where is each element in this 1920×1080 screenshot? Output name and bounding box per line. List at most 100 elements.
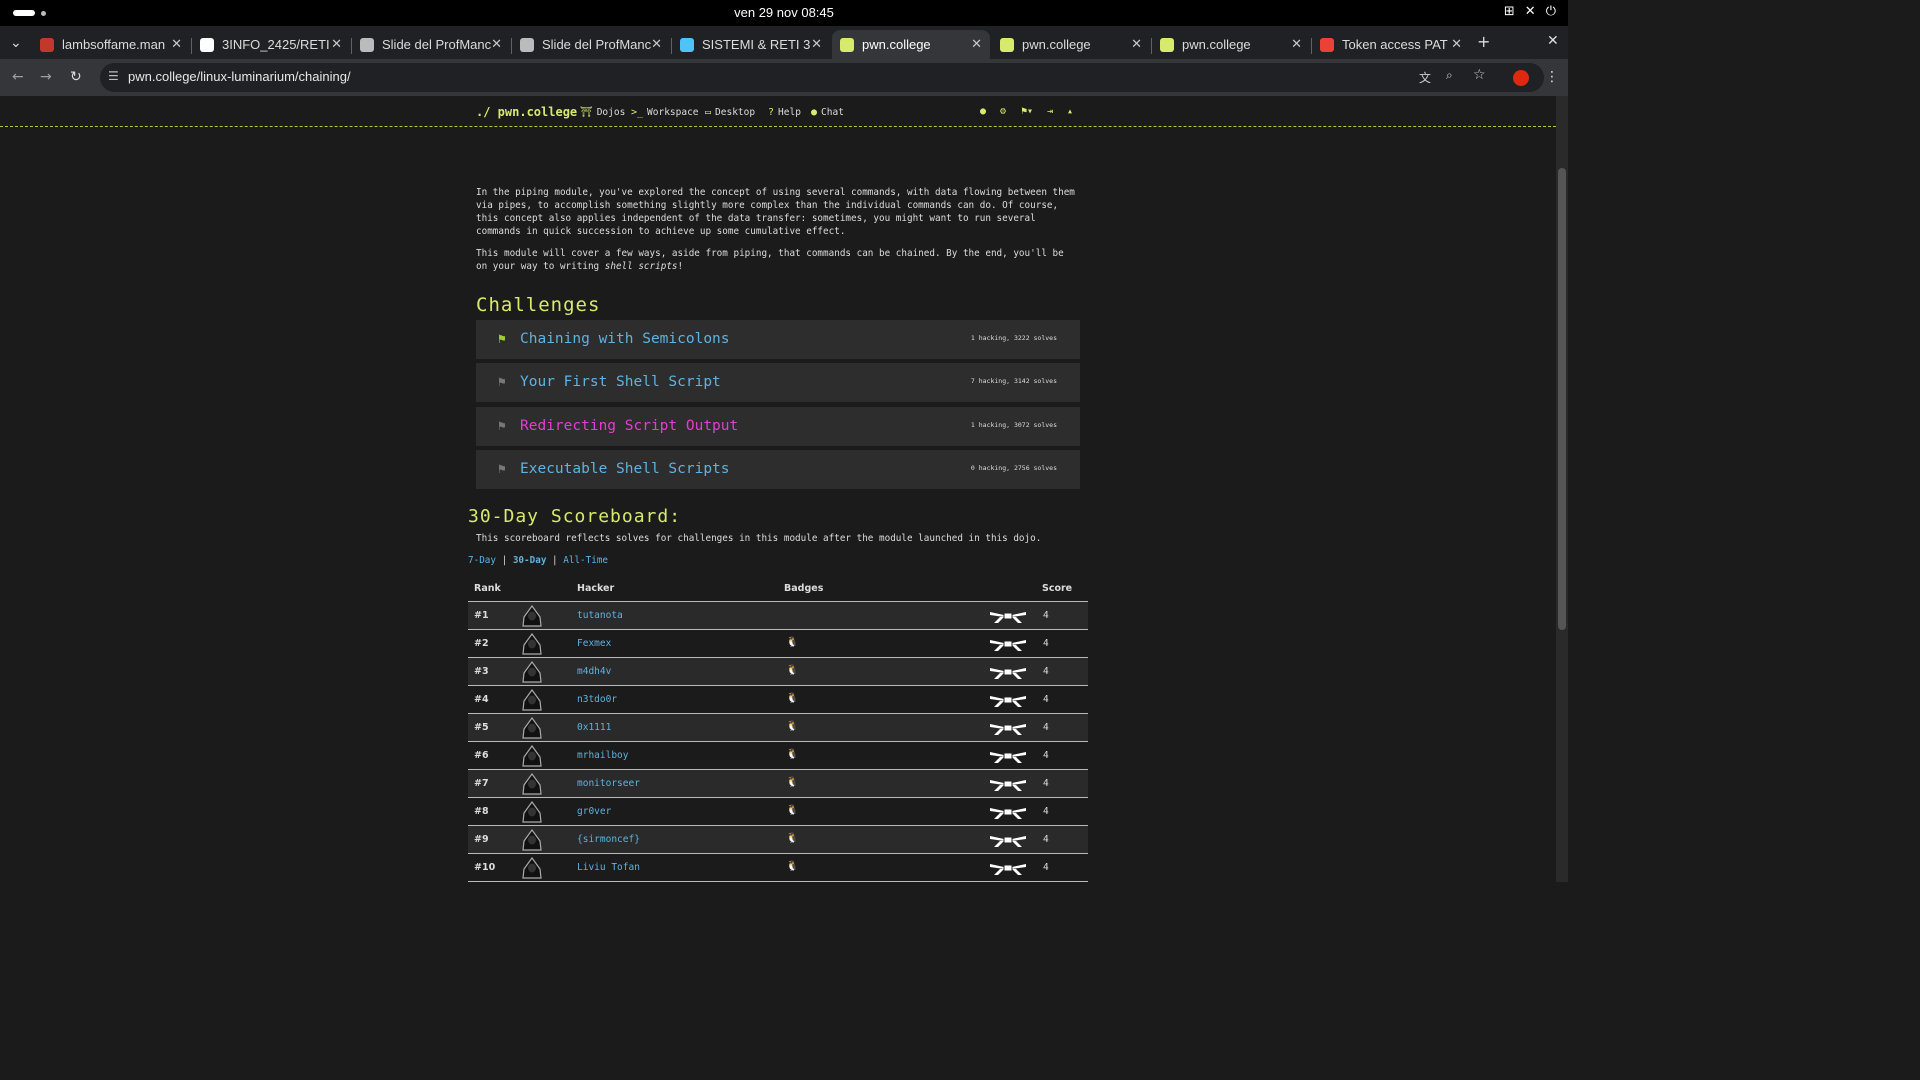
challenge-name[interactable]: Chaining with Semicolons xyxy=(520,331,730,347)
nav-help[interactable]: ? Help xyxy=(768,107,801,118)
zoom-icon[interactable]: ⌕ xyxy=(1446,68,1453,83)
tab-close-icon[interactable]: ✕ xyxy=(491,36,502,52)
avatar[interactable] xyxy=(520,800,544,823)
hacker-link[interactable]: mrhailboy xyxy=(577,750,628,761)
settings-icon[interactable]: ⚙ xyxy=(1000,106,1006,117)
hacker-link[interactable]: {sirmoncef} xyxy=(577,834,640,845)
hacker-link[interactable]: tutanota xyxy=(577,610,623,621)
browser-tab[interactable]: Token access PAT ✕ xyxy=(1312,30,1470,59)
tab-close-icon[interactable]: ✕ xyxy=(811,36,822,52)
extension-icon[interactable] xyxy=(1513,70,1529,86)
network-icon[interactable]: ⊞ xyxy=(1504,4,1515,19)
browser-tab[interactable]: 3INFO_2425/RETI ✕ xyxy=(192,30,350,59)
browser-tab[interactable]: Slide del ProfManc ✕ xyxy=(512,30,670,59)
system-tray[interactable]: ⊞ ✕ ⏻ xyxy=(1504,4,1556,19)
hacker-link[interactable]: 0x1111 xyxy=(577,722,611,733)
period-alltime-link[interactable]: All-Time xyxy=(563,555,608,566)
rank-cell: #2 xyxy=(474,638,489,649)
avatar[interactable] xyxy=(520,632,544,655)
hacker-link[interactable]: Fexmex xyxy=(577,638,611,649)
rank-cell: #9 xyxy=(474,834,489,845)
tab-title: pwn.college xyxy=(1022,37,1091,52)
tab-title: 3INFO_2425/RETI xyxy=(222,37,330,52)
challenge-item[interactable]: ⚑ Your First Shell Script 7 hacking, 3142 … xyxy=(476,363,1080,402)
belt-icon xyxy=(990,832,1026,848)
hacker-link[interactable]: Liviu Tofan xyxy=(577,862,640,873)
address-bar[interactable]: ☰ pwn.college/linux-luminarium/chaining/… xyxy=(100,63,1544,92)
browser-tab[interactable]: pwn.college ✕ xyxy=(1152,30,1310,59)
challenge-name[interactable]: Executable Shell Scripts xyxy=(520,461,730,477)
browser-tab[interactable]: pwn.college ✕ xyxy=(832,30,990,59)
site-brand[interactable]: ./ pwn.college xyxy=(476,105,577,119)
avatar[interactable] xyxy=(520,660,544,683)
period-30day-link[interactable]: 30-Day xyxy=(513,555,547,566)
header-score: Score xyxy=(1042,583,1073,594)
challenge-item[interactable]: ⚑ Executable Shell Scripts 0 hacking, 2756… xyxy=(476,450,1080,489)
nav-desktop[interactable]: ▭ Desktop xyxy=(705,107,755,118)
tab-close-icon[interactable]: ✕ xyxy=(651,36,662,52)
tab-close-icon[interactable]: ✕ xyxy=(1131,36,1142,52)
nav-dojos[interactable]: ⛩ Dojos xyxy=(580,107,625,118)
avatar[interactable] xyxy=(520,772,544,795)
challenge-item[interactable]: ⚑ Chaining with Semicolons 1 hacking, 3222… xyxy=(476,320,1080,359)
page-scrollbar[interactable] xyxy=(1556,96,1568,882)
tab-close-icon[interactable]: ✕ xyxy=(171,36,182,52)
translate-icon[interactable]: 文 xyxy=(1419,69,1431,86)
back-icon[interactable]: ← xyxy=(12,69,24,85)
user-icon[interactable]: ● xyxy=(980,106,986,117)
avatar[interactable] xyxy=(520,744,544,767)
avatar[interactable] xyxy=(520,604,544,627)
browser-tab[interactable]: SISTEMI & RETI 3 ✕ xyxy=(672,30,830,59)
hacker-link[interactable]: monitorseer xyxy=(577,778,640,789)
penguin-badge-icon: 🐧 xyxy=(786,665,799,676)
challenge-name[interactable]: Redirecting Script Output xyxy=(520,418,738,434)
header-hacker: Hacker xyxy=(577,583,615,594)
avatar[interactable] xyxy=(520,688,544,711)
flag-menu-icon[interactable]: ⚑▾ xyxy=(1021,106,1033,117)
scoreboard-table: Rank Hacker Badges Score #1 tutanota 4 #2 Fe… xyxy=(468,574,1088,882)
scoreboard-period-selector: 7-Day | 30-Day | All-Time xyxy=(468,555,608,566)
hacker-link[interactable]: n3tdo0r xyxy=(577,694,617,705)
hacker-link[interactable]: m4dh4v xyxy=(577,666,611,677)
table-row: #5 0x1111 🐧 4 xyxy=(468,714,1088,742)
challenge-item[interactable]: ⚑ Redirecting Script Output 1 hacking, 307… xyxy=(476,407,1080,446)
nav-chat[interactable]: ● Chat xyxy=(811,107,844,118)
browser-menu-icon[interactable]: ⋮ xyxy=(1545,69,1559,85)
url-text[interactable]: pwn.college/linux-luminarium/chaining/ xyxy=(128,69,351,84)
tab-close-icon[interactable]: ✕ xyxy=(971,36,982,52)
avatar[interactable] xyxy=(520,828,544,851)
browser-tab[interactable]: lambsoffame.man ✕ xyxy=(32,30,190,59)
penguin-badge-icon: 🐧 xyxy=(786,861,799,872)
tab-close-icon[interactable]: ✕ xyxy=(1291,36,1302,52)
power-icon[interactable]: ⏻ xyxy=(1546,4,1556,19)
browser-tab[interactable]: Slide del ProfManc ✕ xyxy=(352,30,510,59)
avatar[interactable] xyxy=(520,856,544,879)
favicon-icon xyxy=(200,37,214,52)
browser-tab[interactable]: pwn.college ✕ xyxy=(992,30,1150,59)
collapse-icon[interactable]: ▴ xyxy=(1067,106,1073,117)
challenge-name[interactable]: Your First Shell Script xyxy=(520,374,721,390)
period-7day-link[interactable]: 7-Day xyxy=(468,555,496,566)
clock[interactable]: ven 29 nov 08:45 xyxy=(0,5,1568,20)
volume-muted-icon[interactable]: ✕ xyxy=(1525,4,1536,19)
site-info-icon[interactable]: ☰ xyxy=(108,69,119,83)
scrollbar-thumb[interactable] xyxy=(1558,168,1566,630)
close-window-icon[interactable]: ✕ xyxy=(1547,33,1559,49)
hacker-link[interactable]: gr0ver xyxy=(577,806,611,817)
new-tab-icon[interactable]: + xyxy=(1477,32,1490,51)
forward-icon[interactable]: → xyxy=(40,69,52,85)
score-cell: 4 xyxy=(1043,778,1049,789)
tab-close-icon[interactable]: ✕ xyxy=(1451,36,1462,52)
logout-icon[interactable]: ⇥ xyxy=(1047,106,1053,117)
bookmark-star-icon[interactable]: ☆ xyxy=(1473,67,1486,83)
separator: | xyxy=(501,555,508,566)
nav-workspace[interactable]: >_ Workspace xyxy=(631,107,699,118)
rank-cell: #7 xyxy=(474,778,489,789)
table-row: #7 monitorseer 🐧 4 xyxy=(468,770,1088,798)
tab-search-icon[interactable]: ⌄ xyxy=(10,35,22,51)
tab-close-icon[interactable]: ✕ xyxy=(331,36,342,52)
penguin-badge-icon: 🐧 xyxy=(786,833,799,844)
avatar[interactable] xyxy=(520,716,544,739)
reload-icon[interactable]: ↻ xyxy=(70,69,82,85)
scoreboard-description: This scoreboard reflects solves for chal… xyxy=(476,533,1042,544)
